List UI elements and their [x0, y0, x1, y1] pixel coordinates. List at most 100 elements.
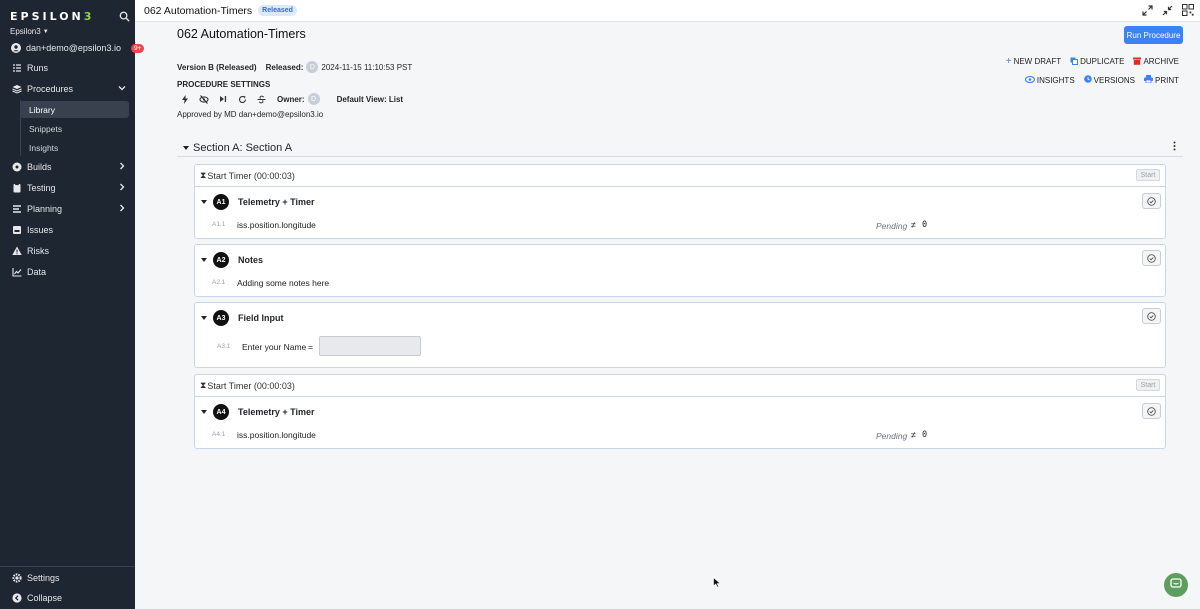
gear-icon [11, 573, 22, 584]
workspace-selector[interactable]: Epsilon3 ▼ [10, 27, 49, 36]
sidebar-item-label: Risks [27, 246, 49, 256]
sidebar-item-testing[interactable]: Testing [0, 179, 135, 197]
default-view-label: Default View: List [336, 94, 404, 104]
step-title: Telemetry + Timer [238, 197, 315, 207]
released-timestamp: 2024-11-15 11:10:53 PST [321, 62, 413, 72]
sidebar-item-label: Procedures [27, 84, 74, 94]
status-badge: Released [258, 5, 297, 16]
step-complete-button[interactable] [1142, 308, 1161, 324]
step-card: A2 Notes A2.1 Adding some notes here [194, 244, 1166, 297]
sidebar-item-label: Settings [27, 573, 60, 583]
section-title: Section A: Section A [193, 141, 293, 154]
chevron-down-icon[interactable] [118, 84, 126, 94]
chat-support-button[interactable] [1164, 573, 1188, 597]
sidebar-item-issues[interactable]: Issues [0, 221, 135, 239]
released-label: Released: [265, 62, 304, 72]
chevron-right-icon[interactable] [118, 183, 126, 193]
sidebar-item-data[interactable]: Data [0, 263, 135, 281]
caret-down-icon[interactable] [201, 316, 207, 320]
version-meta: Version B (Released) Released: D 2024-11… [177, 61, 412, 73]
qr-code-icon[interactable] [1182, 4, 1194, 19]
comparison-operator: ≠ [911, 430, 916, 440]
procedure-actions-primary: + NEW DRAFT DUPLICATE ARCHIVE [1006, 56, 1179, 67]
owner-label: Owner: [277, 94, 305, 104]
step-header[interactable]: A3 Field Input [201, 310, 284, 326]
sidebar-item-settings[interactable]: Settings [0, 569, 135, 587]
workspace-name: Epsilon3 [10, 27, 41, 36]
telemetry-target-value: 0 [922, 430, 928, 440]
sidebar-item-label: Issues [27, 225, 54, 235]
name-input[interactable] [319, 336, 421, 356]
sidebar-item-label: Runs [27, 63, 49, 73]
sidebar-subitem-library[interactable]: Library [20, 101, 129, 118]
copy-icon [1070, 57, 1079, 67]
sidebar-item-runs[interactable]: Runs [0, 59, 135, 77]
caret-down-icon[interactable] [201, 410, 207, 414]
history-icon [1083, 75, 1092, 85]
data-icon [11, 267, 22, 278]
archive-button[interactable]: ARCHIVE [1133, 57, 1179, 67]
sidebar-item-planning[interactable]: Planning [0, 200, 135, 218]
repeat-icon[interactable] [237, 94, 247, 104]
caret-down-icon[interactable] [201, 200, 207, 204]
step-complete-button[interactable] [1142, 250, 1161, 266]
step-card: A3 Field Input A3.1 Enter your Name = [194, 302, 1166, 368]
start-timer-button[interactable]: Start [1136, 169, 1160, 181]
approved-by-text: Approved by MD dan+demo@epsilon3.io [177, 110, 324, 119]
telemetry-status: Pending [876, 431, 908, 441]
action-label: ARCHIVE [1143, 57, 1179, 66]
section-header[interactable]: Section A: Section A [177, 139, 1183, 157]
logo-row: EPSILON3 [10, 8, 130, 24]
substep-number: A1.1 [212, 221, 226, 228]
sidebar-item-label: Planning [27, 204, 63, 214]
step-complete-button[interactable] [1142, 193, 1161, 209]
user-menu[interactable]: dan+demo@epsilon3.io 9+ [0, 39, 145, 57]
app-logo[interactable]: EPSILON3 [10, 10, 94, 23]
search-icon[interactable] [119, 11, 130, 22]
action-label: INSIGHTS [1036, 75, 1075, 85]
print-button[interactable]: PRINT [1144, 75, 1179, 85]
caret-down-icon[interactable] [183, 145, 189, 150]
insights-button[interactable]: INSIGHTS [1024, 75, 1075, 85]
step-header[interactable]: A2 Notes [201, 252, 263, 268]
avatar[interactable]: D [306, 61, 319, 73]
sidebar-subitem-snippets[interactable]: Snippets [20, 120, 129, 137]
procedure-settings-heading: PROCEDURE SETTINGS [177, 80, 271, 89]
avatar[interactable]: D [307, 93, 320, 105]
sidebar-subitem-insights[interactable]: Insights [20, 139, 129, 156]
version-label: Version B (Released) [177, 62, 257, 72]
user-icon [11, 43, 21, 54]
runs-icon [11, 63, 22, 74]
timer-row: ⧗ Start Timer (00:00:03) Start [195, 165, 1165, 187]
telemetry-parameter: iss.position.longitude [237, 220, 316, 230]
sidebar-item-procedures[interactable]: Procedures [0, 80, 135, 98]
sidebar-collapse-button[interactable]: Collapse [0, 589, 135, 607]
versions-button[interactable]: VERSIONS [1083, 75, 1135, 85]
sidebar-item-builds[interactable]: Builds [0, 158, 135, 176]
top-bar: 062 Automation-Timers Released [135, 0, 1200, 22]
step-header[interactable]: A4 Telemetry + Timer [201, 404, 314, 420]
duplicate-button[interactable]: DUPLICATE [1070, 57, 1124, 67]
sidebar-item-label: Collapse [27, 593, 63, 603]
start-timer-button[interactable]: Start [1136, 379, 1160, 391]
chevron-right-icon[interactable] [118, 204, 126, 214]
step-card: ⧗ Start Timer (00:00:03) Start A4 Teleme… [194, 374, 1166, 449]
run-procedure-button[interactable]: Run Procedure [1124, 26, 1183, 44]
issues-icon [11, 225, 22, 236]
lightning-icon[interactable] [180, 94, 190, 104]
sidebar-item-risks[interactable]: Risks [0, 242, 135, 260]
chevron-right-icon[interactable] [118, 162, 126, 172]
step-header[interactable]: A1 Telemetry + Timer [201, 194, 314, 210]
eye-off-icon[interactable] [199, 94, 209, 104]
testing-icon [11, 183, 22, 194]
kebab-menu-icon[interactable] [1173, 141, 1176, 154]
strikethrough-icon[interactable] [256, 94, 266, 104]
skip-icon[interactable] [218, 94, 228, 104]
timer-label: Start Timer (00:00:03) [207, 170, 295, 181]
expand-icon[interactable] [1142, 4, 1153, 19]
collapse-view-icon[interactable] [1162, 5, 1173, 19]
field-equals: = [308, 342, 313, 352]
new-draft-button[interactable]: + NEW DRAFT [1006, 56, 1061, 67]
caret-down-icon[interactable] [201, 258, 207, 262]
step-complete-button[interactable] [1142, 403, 1161, 419]
